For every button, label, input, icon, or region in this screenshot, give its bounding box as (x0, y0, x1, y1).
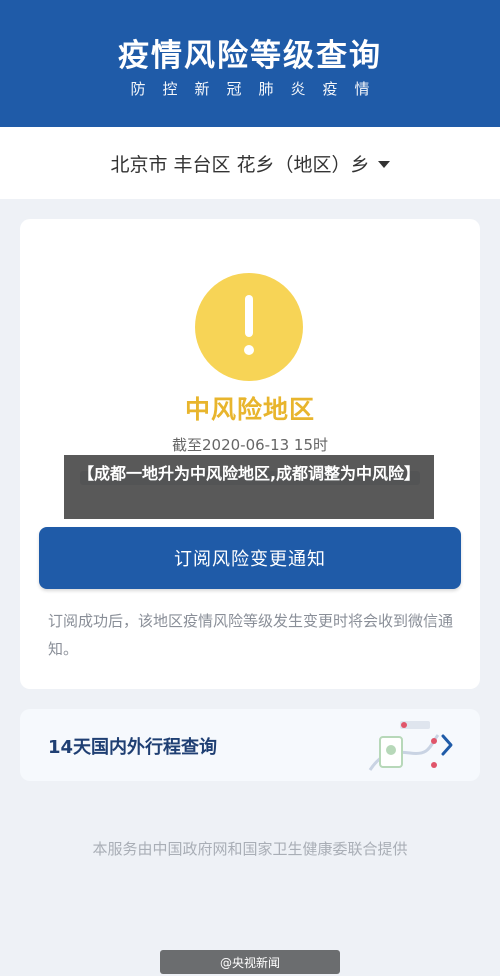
location-selector[interactable]: 北京市 丰台区 花乡（地区）乡 (0, 127, 500, 199)
subscribe-button[interactable]: 订阅风险变更通知 (39, 527, 461, 589)
chevron-right-icon (441, 734, 453, 756)
trip-query-label: 14天国内外行程查询 (48, 737, 218, 758)
trip-query-link[interactable]: 14天国内外行程查询 (20, 709, 480, 781)
page-title: 疫情风险等级查询 (118, 38, 382, 74)
app-header: 疫情风险等级查询 防控新冠肺炎疫情 (0, 0, 500, 127)
page-subtitle: 防控新冠肺炎疫情 (130, 80, 387, 98)
risk-result-card: 中风险地区 截至2020-06-13 15时 订阅风险变更通知 订阅成功后，该地… (20, 219, 480, 689)
source-watermark: @央视新闻 (160, 950, 340, 974)
risk-level-label: 中风险地区 (184, 395, 315, 424)
footer-attribution: 本服务由中国政府网和国家卫生健康委联合提供 (92, 840, 408, 858)
location-selected-text: 北京市 丰台区 花乡（地区）乡 (110, 153, 370, 176)
warning-icon (195, 273, 303, 381)
cutoff-time: 截至2020-06-13 15时 (171, 436, 329, 454)
chevron-down-icon (377, 160, 390, 168)
travel-map-icon (368, 721, 440, 771)
news-headline-overlay: 【成都一地升为中风险地区,成都调整为中风险】 (64, 455, 434, 519)
subscribe-note: 订阅成功后，该地区疫情风险等级发生变更时将会收到微信通知。 (48, 612, 454, 658)
